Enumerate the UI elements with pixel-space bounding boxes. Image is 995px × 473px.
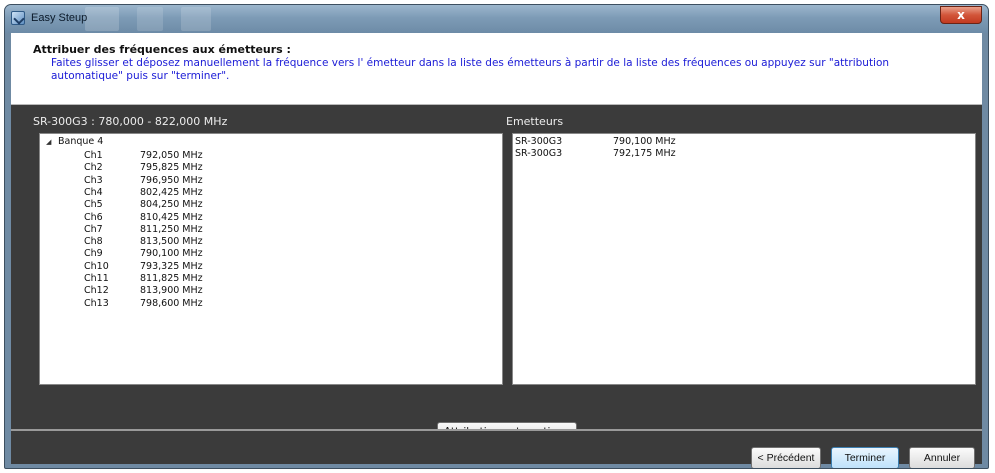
channel-name: Ch8 <box>84 236 103 248</box>
tree-group-banque-4[interactable]: ◢ Banque 4 <box>46 136 103 148</box>
channel-row[interactable]: Ch4 802,425 MHz <box>84 187 284 199</box>
close-icon: x <box>957 8 965 22</box>
channel-row[interactable]: Ch9 790,100 MHz <box>84 248 284 260</box>
lists-area: SR-300G3 : 780,000 - 822,000 MHz Emetteu… <box>11 105 982 429</box>
emitter-row[interactable]: SR-300G3 792,175 MHz <box>515 148 765 160</box>
emitter-model: SR-300G3 <box>515 148 563 159</box>
channel-name: Ch12 <box>84 285 109 297</box>
channel-row[interactable]: Ch12 813,900 MHz <box>84 285 284 297</box>
channel-name: Ch3 <box>84 174 103 186</box>
channel-frequency: 810,425 MHz <box>140 211 203 223</box>
emitter-model: SR-300G3 <box>515 136 563 147</box>
title-bar[interactable]: Easy Steup x <box>5 5 988 33</box>
previous-button[interactable]: < Précédent <box>751 447 821 468</box>
emitters-list[interactable]: SR-300G3 790,100 MHz SR-300G3 792,175 MHz <box>512 133 976 385</box>
channel-row[interactable]: Ch3 796,950 MHz <box>84 175 284 187</box>
channel-frequency: 811,250 MHz <box>140 223 203 235</box>
titlebar-glass-effect <box>137 7 163 31</box>
channel-name: Ch9 <box>84 248 103 260</box>
channel-row[interactable]: Ch1 792,050 MHz <box>84 150 284 162</box>
channel-row[interactable]: Ch10 793,325 MHz <box>84 261 284 273</box>
finish-button[interactable]: Terminer <box>831 447 899 468</box>
channel-frequency: 813,500 MHz <box>140 236 203 248</box>
header-title: Attribuer des fréquences aux émetteurs : <box>33 43 291 56</box>
channel-name: Ch6 <box>84 211 103 223</box>
channel-frequency: 790,100 MHz <box>140 248 203 260</box>
channel-frequency: 804,250 MHz <box>140 199 203 211</box>
channel-name: Ch13 <box>84 297 109 309</box>
emitter-row[interactable]: SR-300G3 790,100 MHz <box>515 136 765 148</box>
channel-row[interactable]: Ch13 798,600 MHz <box>84 298 284 310</box>
instruction-header: Attribuer des fréquences aux émetteurs :… <box>11 33 982 105</box>
channel-row[interactable]: Ch5 804,250 MHz <box>84 199 284 211</box>
emitter-frequency: 790,100 MHz <box>613 136 676 147</box>
channel-row[interactable]: Ch2 795,825 MHz <box>84 162 284 174</box>
titlebar-glass-effect <box>85 7 119 31</box>
tree-expand-icon[interactable]: ◢ <box>46 136 58 148</box>
dialog-content: Attribuer des fréquences aux émetteurs :… <box>11 33 982 468</box>
close-button[interactable]: x <box>940 6 982 24</box>
channel-name: Ch7 <box>84 223 103 235</box>
channel-name: Ch10 <box>84 260 109 272</box>
channel-frequency: 793,325 MHz <box>140 260 203 272</box>
titlebar-glass-effect <box>181 7 211 31</box>
emitter-frequency: 792,175 MHz <box>613 148 676 159</box>
channel-row[interactable]: Ch8 813,500 MHz <box>84 236 284 248</box>
channel-row[interactable]: Ch7 811,250 MHz <box>84 224 284 236</box>
window-title: Easy Steup <box>31 12 88 24</box>
frequency-list[interactable]: ◢ Banque 4 Ch1 792,050 MHz Ch2 795,825 MHz Ch… <box>39 133 503 385</box>
channel-name: Ch5 <box>84 199 103 211</box>
channel-frequency: 792,050 MHz <box>140 150 203 161</box>
header-description: Faites glisser et déposez manuellement l… <box>51 57 890 82</box>
channel-name: Ch2 <box>84 162 103 174</box>
channel-frequency: 813,900 MHz <box>140 285 203 297</box>
app-icon <box>11 11 25 25</box>
easy-setup-window: Easy Steup x Attribuer des fréquences au… <box>4 4 989 469</box>
channel-frequency: 796,950 MHz <box>140 174 203 186</box>
channel-name: Ch11 <box>84 273 109 284</box>
channel-frequency: 798,600 MHz <box>140 297 203 309</box>
tree-group-label: Banque 4 <box>58 136 104 147</box>
emitters-list-label: Emetteurs <box>506 115 564 128</box>
channel-name: Ch4 <box>84 186 103 198</box>
frequency-list-label: SR-300G3 : 780,000 - 822,000 MHz <box>33 115 228 128</box>
channel-frequency: 811,825 MHz <box>140 273 203 284</box>
channel-name: Ch1 <box>84 150 103 161</box>
channel-row[interactable]: Ch11 811,825 MHz <box>84 273 284 285</box>
channel-frequency: 802,425 MHz <box>140 186 203 198</box>
channel-row[interactable]: Ch6 810,425 MHz <box>84 212 284 224</box>
cancel-button[interactable]: Annuler <box>909 447 975 468</box>
channel-frequency: 795,825 MHz <box>140 162 203 174</box>
